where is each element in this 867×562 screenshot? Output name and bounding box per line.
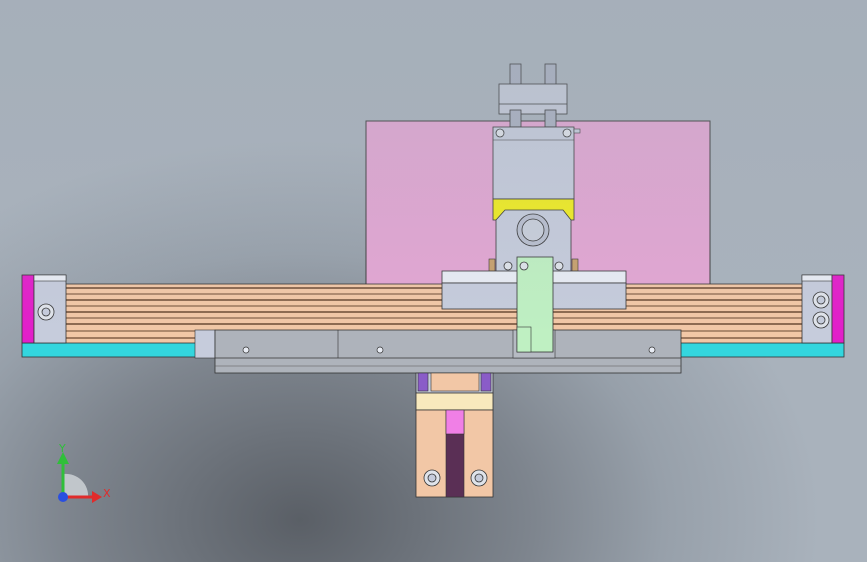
screw-icon xyxy=(554,261,564,271)
screw-icon xyxy=(242,346,250,354)
pivot-pin-icon xyxy=(519,261,529,271)
clamp-arm[interactable] xyxy=(516,256,554,353)
cad-viewport[interactable]: Y X xyxy=(0,0,867,562)
carriage-plate[interactable] xyxy=(194,329,682,374)
orientation-triad[interactable]: Y X xyxy=(57,442,111,503)
screw-icon xyxy=(562,128,572,138)
x-axis-arrow-icon xyxy=(92,491,102,503)
assembly-drawing[interactable]: Y X xyxy=(0,0,867,562)
screw-icon xyxy=(648,346,656,354)
cylinder-block[interactable] xyxy=(492,126,581,200)
y-axis-label: Y xyxy=(58,442,66,455)
right-end-block[interactable] xyxy=(801,274,845,344)
z-axis-icon xyxy=(58,492,68,502)
left-end-block[interactable] xyxy=(21,274,67,344)
screw-icon xyxy=(495,128,505,138)
triad-rotation-arc-icon xyxy=(64,473,89,498)
guide-post-assembly[interactable] xyxy=(498,63,568,128)
x-axis-label: X xyxy=(103,487,111,500)
screw-icon xyxy=(503,261,513,271)
screw-icon xyxy=(376,346,384,354)
lower-block[interactable] xyxy=(415,372,494,498)
